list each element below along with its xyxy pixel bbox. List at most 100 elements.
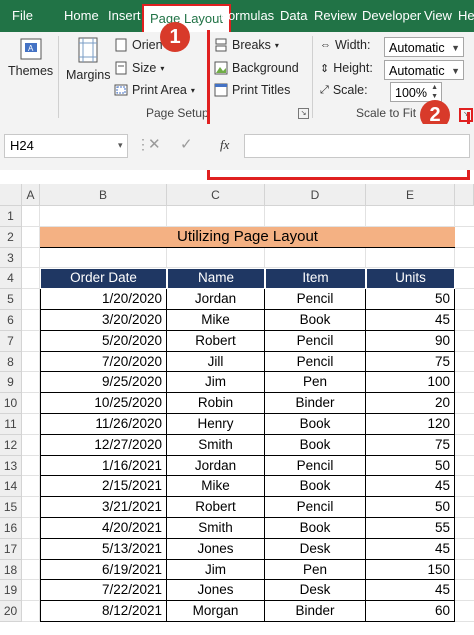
scale-to-fit-dialog-launcher-icon[interactable]: ↘ [459,108,473,122]
table-cell[interactable]: 7/22/2021 [40,580,167,602]
formula-input[interactable] [244,134,470,158]
table-cell[interactable]: 9/25/2020 [40,372,167,394]
chevron-down-icon[interactable]: ▾ [118,140,123,151]
table-cell[interactable]: 100 [366,372,455,394]
table-cell[interactable]: 3/20/2020 [40,310,167,331]
row-header-16[interactable]: 16 [0,518,22,539]
table-cell[interactable]: 11/26/2020 [40,414,167,435]
column-header-b[interactable]: B [40,184,167,206]
table-cell[interactable]: 20 [366,393,455,414]
enter-icon[interactable]: ✓ [180,135,193,153]
table-cell[interactable]: 45 [366,476,455,498]
table-cell[interactable]: 4/20/2021 [40,518,167,539]
table-cell[interactable]: 90 [366,330,455,352]
table-cell[interactable]: Jordan [167,455,265,477]
background-button[interactable]: Background [214,61,299,75]
table-cell[interactable]: Jones [167,538,265,560]
orientation-button[interactable]: Orien [114,38,163,52]
row-header-3[interactable]: 3 [0,247,22,269]
table-cell[interactable]: 60 [366,601,455,622]
row-header-10[interactable]: 10 [0,393,22,414]
table-cell[interactable]: Book [265,434,366,456]
table-cell[interactable]: Binder [265,393,366,414]
row-header-19[interactable]: 19 [0,580,22,602]
table-cell[interactable]: 120 [366,414,455,435]
table-cell[interactable]: Pencil [265,289,366,310]
row-header-6[interactable]: 6 [0,310,22,331]
table-cell[interactable]: 5/13/2021 [40,538,167,560]
table-cell[interactable]: 10/25/2020 [40,393,167,414]
table-cell[interactable]: 45 [366,310,455,331]
table-cell[interactable]: 2/15/2021 [40,476,167,498]
tab-insert[interactable]: Insert [102,0,147,32]
table-cell[interactable]: Mike [167,310,265,331]
table-cell[interactable]: Book [265,518,366,539]
margins-button[interactable]: Margins [66,36,110,82]
table-cell[interactable]: 55 [366,518,455,539]
column-header-f[interactable] [455,184,474,206]
row-header-1[interactable]: 1 [0,206,22,227]
table-cell[interactable]: 6/19/2021 [40,559,167,581]
row-header-13[interactable]: 13 [0,455,22,477]
table-cell[interactable]: Pencil [265,330,366,352]
table-cell[interactable]: Pencil [265,351,366,373]
print-titles-button[interactable]: Print Titles [214,83,290,97]
row-header-12[interactable]: 12 [0,434,22,456]
width-select[interactable]: Automatic ▼ [384,37,464,57]
table-cell[interactable]: 7/20/2020 [40,351,167,373]
worksheet-grid[interactable]: A B C D E 1 2 3 4 5 6 7 8 9 10 11 12 13 14 15 16 17 18 19 20 Util… [0,184,474,635]
table-cell[interactable]: Robin [167,393,265,414]
table-cell[interactable]: Jill [167,351,265,373]
row-header-17[interactable]: 17 [0,538,22,560]
column-header-e[interactable]: E [366,184,455,206]
row-header-20[interactable]: 20 [0,601,22,622]
print-area-button[interactable]: Print Area ▾ [114,83,195,97]
row-header-8[interactable]: 8 [0,351,22,373]
table-cell[interactable]: Pen [265,372,366,394]
table-cell[interactable]: Binder [265,601,366,622]
table-cell[interactable]: 75 [366,351,455,373]
table-cell[interactable]: 50 [366,289,455,310]
table-cell[interactable]: Mike [167,476,265,498]
column-header-d[interactable]: D [265,184,366,206]
height-select[interactable]: Automatic ▼ [384,60,464,80]
row-header-4[interactable]: 4 [0,268,22,290]
table-cell[interactable]: Jones [167,580,265,602]
table-cell[interactable]: Desk [265,580,366,602]
tab-review[interactable]: Review [308,0,363,32]
tab-developer[interactable]: Developer [356,0,427,32]
table-cell[interactable]: 75 [366,434,455,456]
row-header-18[interactable]: 18 [0,559,22,581]
tab-home[interactable]: Home [58,0,105,32]
table-cell[interactable]: 50 [366,497,455,518]
row-header-2[interactable]: 2 [0,226,22,248]
row-header-14[interactable]: 14 [0,476,22,498]
table-cell[interactable]: Smith [167,518,265,539]
table-cell[interactable]: Morgan [167,601,265,622]
table-cell[interactable]: Henry [167,414,265,435]
table-cell[interactable]: Jordan [167,289,265,310]
themes-button[interactable]: A Themes [8,36,53,78]
size-button[interactable]: Size ▾ [114,61,164,75]
table-cell[interactable]: Desk [265,538,366,560]
table-cell[interactable]: 45 [366,538,455,560]
column-header-c[interactable]: C [167,184,265,206]
table-cell[interactable]: Smith [167,434,265,456]
table-cell[interactable]: Jim [167,559,265,581]
select-all-corner[interactable] [0,184,22,206]
page-setup-dialog-launcher-icon[interactable]: ↘ [298,108,309,119]
table-cell[interactable]: Pencil [265,497,366,518]
tab-formulas[interactable]: Formulas [214,0,280,32]
row-header-5[interactable]: 5 [0,289,22,310]
tab-help[interactable]: He [452,0,474,32]
cancel-icon[interactable]: ✕ [148,135,161,153]
insert-function-icon[interactable]: fx [220,137,229,153]
spin-arrows-icon[interactable]: ▲ ▼ [431,83,438,101]
table-cell[interactable]: Robert [167,330,265,352]
tab-file[interactable]: File [6,0,39,32]
table-cell[interactable]: 1/20/2020 [40,289,167,310]
column-header-a[interactable]: A [22,184,40,206]
row-header-9[interactable]: 9 [0,372,22,394]
table-cell[interactable]: Book [265,414,366,435]
name-box[interactable]: H24 [4,134,128,158]
